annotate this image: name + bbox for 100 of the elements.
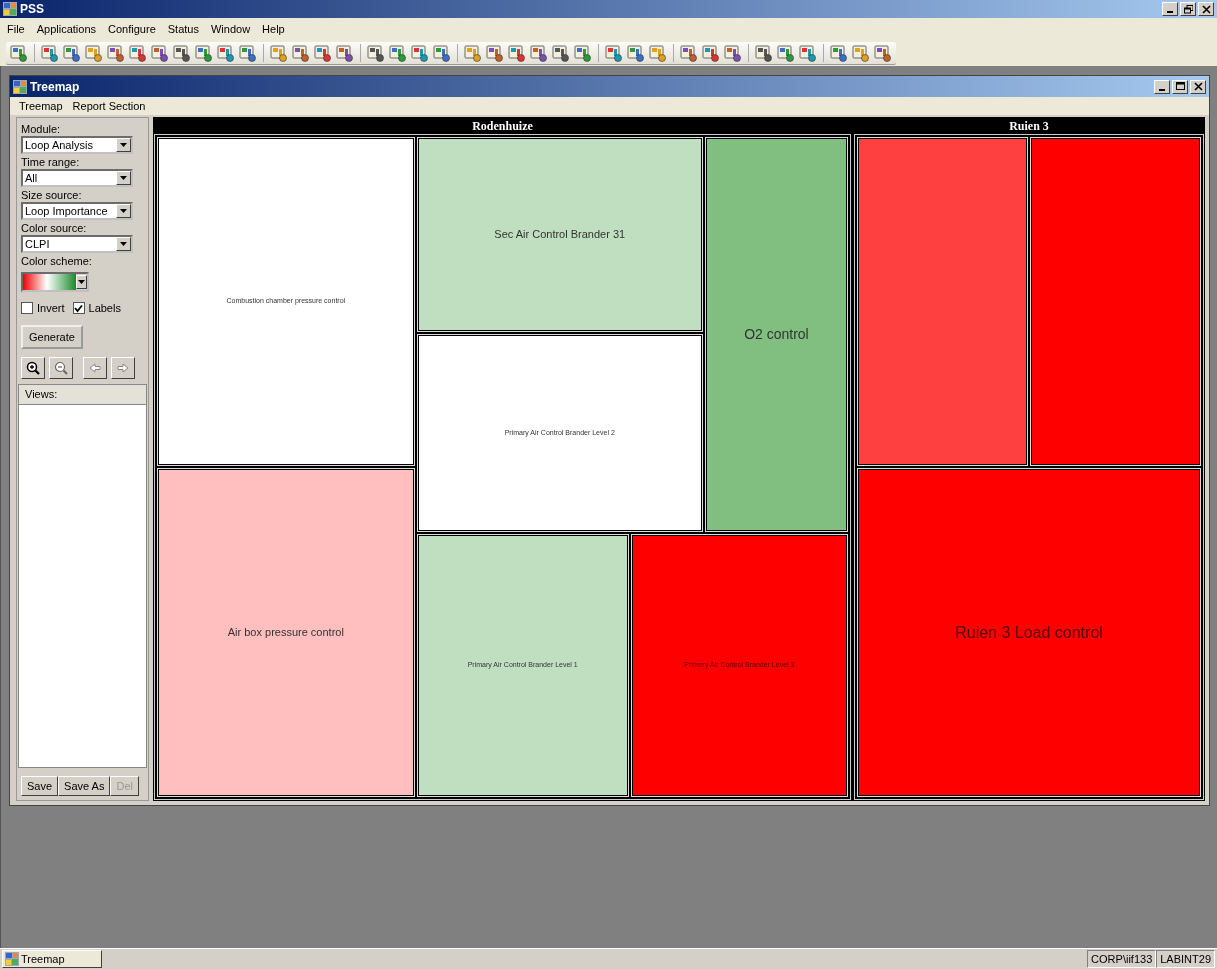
dropdown[interactable]: Loop Importance [21,202,133,220]
toolbar-icon[interactable] [336,43,354,62]
toolbar-icon[interactable] [10,43,28,62]
checkbox-label: Labels [88,301,121,316]
field-label: Color scheme: [21,255,93,268]
dropdown-arrow-icon [77,278,86,286]
toolbar-icon[interactable] [433,43,451,62]
toolbar-icon[interactable] [239,43,257,62]
zoom-in-icon [26,360,40,375]
toolbar-icon[interactable] [195,43,213,62]
cell-label: O2 control [744,324,809,344]
checkbox[interactable] [72,302,85,315]
toolbar-icon[interactable] [217,43,235,62]
zoom-in-button[interactable] [21,356,45,379]
toolbar-icon[interactable] [680,43,698,62]
toolbar-icon[interactable] [552,43,570,62]
toolbar-icon[interactable] [63,43,81,62]
status-panel: LABINT29 [1156,950,1215,968]
menu-item[interactable]: Report Section [71,97,147,115]
view-button[interactable]: Save [21,776,59,796]
toolbar-icon[interactable] [129,43,147,62]
dropdown[interactable]: CLPI [21,235,133,253]
app-icon [3,2,17,16]
zoom-out-button[interactable] [49,356,73,379]
menu-item[interactable]: Configure [107,20,157,38]
toolbar-icon[interactable] [367,43,385,62]
toolbar-icon[interactable] [173,43,191,62]
checkbox-label: Invert [37,301,65,316]
menu-item[interactable]: Status [166,20,200,38]
list-header: Views: [19,384,146,405]
arrow-right-button[interactable] [111,356,135,379]
field-label: Color source: [21,222,88,235]
close-button[interactable] [1198,2,1214,16]
toolbar-icon[interactable] [151,43,169,62]
close-button[interactable] [1190,79,1206,94]
color-scheme-dropdown[interactable] [21,272,89,292]
group-header: Ruien 3 [1008,118,1050,134]
arrow-left-icon [88,360,102,375]
checkmark-icon [74,303,83,313]
toolbar-icon[interactable] [605,43,623,62]
toolbar-icon[interactable] [292,43,310,62]
treemap-cell[interactable] [1030,137,1201,466]
toolbar-icon[interactable] [627,43,645,62]
menu-item[interactable]: File [6,20,26,38]
minimize-button[interactable] [1154,79,1170,94]
toolbar-icon[interactable] [486,43,504,62]
toolbar-icon[interactable] [107,43,125,62]
menu-item[interactable]: Applications [35,20,98,38]
toolbar-icon[interactable] [724,43,742,62]
dropdown[interactable]: Loop Analysis [21,136,133,154]
field-label: Module: [21,123,62,136]
arrow-left-button[interactable] [83,356,107,379]
restore-button[interactable] [1180,2,1196,16]
checkbox[interactable] [21,302,33,315]
toolbar-icon[interactable] [41,43,59,62]
toolbar-icon[interactable] [702,43,720,62]
toolbar-icon[interactable] [270,43,288,62]
toolbar-icon[interactable] [574,43,592,62]
toolbar-icon[interactable] [85,43,103,62]
window-title: Treemap [30,78,80,96]
close-icon [1193,82,1203,91]
field-label: Time range: [21,156,81,169]
toolbar-icon[interactable] [508,43,526,62]
toolbar-icon[interactable] [830,43,848,62]
menu-item[interactable]: Help [261,20,286,38]
toolbar-icon[interactable] [314,43,332,62]
menu-item[interactable]: Treemap [18,97,64,115]
toolbar-icon[interactable] [411,43,429,62]
toolbar-icon[interactable] [389,43,407,62]
status-panel: CORP\iif133 [1087,950,1157,968]
treemap-cell[interactable]: Air box pressure control [157,468,415,797]
cell-label: Air box pressure control [227,625,344,641]
toolbar-icon[interactable] [464,43,482,62]
treemap-cell[interactable]: O2 control [704,137,848,532]
generate-button[interactable]: Generate [21,324,83,349]
treemap-cell[interactable]: Ruien 3 Load control [857,468,1201,797]
app-icon [5,952,19,966]
view-button[interactable]: Save As [58,776,111,796]
toolbar-icon[interactable] [649,43,667,62]
minimize-icon [1159,88,1165,91]
menu-item[interactable]: Window [209,20,252,38]
toolbar-icon[interactable] [852,43,870,62]
taskbar-button[interactable]: Treemap [2,950,102,968]
toolbar-icon[interactable] [777,43,795,62]
treemap-cell[interactable]: Sec Air Control Brander 31 [416,137,703,333]
minimize-button[interactable] [1162,2,1178,16]
close-icon [1201,4,1211,14]
dropdown-arrow-icon [119,141,128,149]
dropdown-arrow-icon [119,174,128,182]
cell-label: Ruien 3 Load control [955,622,1103,643]
toolbar-icon[interactable] [755,43,773,62]
app-icon [13,79,27,94]
toolbar-icon[interactable] [874,43,892,62]
treemap-cell[interactable] [857,137,1028,466]
restore-icon [1183,4,1193,14]
toolbar-icon[interactable] [799,43,817,62]
gradient-swatch [23,274,76,290]
dropdown[interactable]: All [21,169,133,187]
toolbar-icon[interactable] [530,43,548,62]
restore-button[interactable] [1172,79,1188,94]
